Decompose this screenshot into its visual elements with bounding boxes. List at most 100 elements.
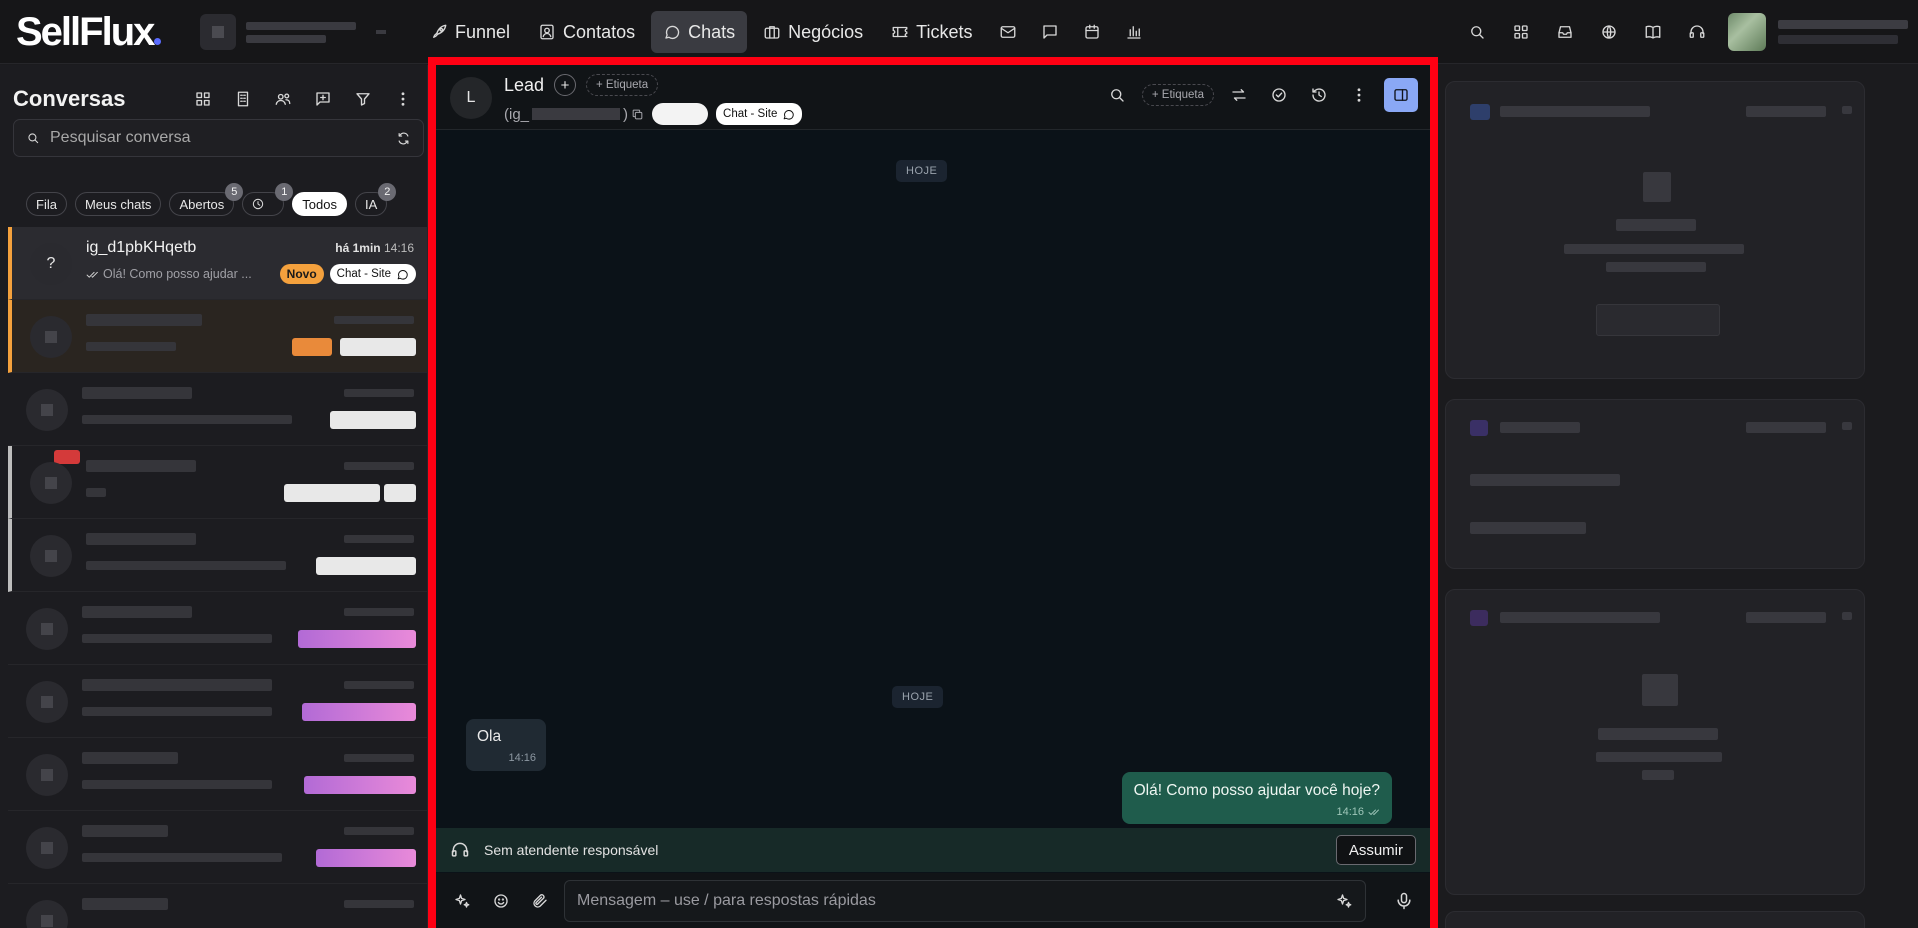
- history-button[interactable]: [1304, 80, 1334, 110]
- conversation-item-selected[interactable]: ? ig_d1pbKHqetb há 1min 14:16 Olá! Como …: [8, 227, 427, 300]
- message-input-box[interactable]: [564, 880, 1366, 922]
- nav-mail[interactable]: [989, 11, 1027, 53]
- building-button[interactable]: [228, 84, 258, 114]
- message-input[interactable]: [577, 892, 1335, 910]
- chat-header: L Lead + + Etiqueta (ig_) Chat - Site + …: [436, 65, 1430, 130]
- assumir-button[interactable]: Assumir: [1335, 835, 1416, 865]
- conversation-item-redacted[interactable]: [8, 665, 427, 738]
- user-avatar[interactable]: [1728, 13, 1766, 51]
- chat-etiqueta-button[interactable]: + Etiqueta: [1141, 84, 1214, 106]
- nav-tickets[interactable]: Tickets: [879, 11, 984, 53]
- briefcase-icon: [764, 26, 780, 39]
- message-text: Ola: [477, 728, 502, 745]
- voice-record-button[interactable]: [1388, 885, 1420, 917]
- search-icon: [1110, 89, 1124, 102]
- contact-name[interactable]: Lead: [504, 75, 544, 96]
- conversation-item-redacted[interactable]: [8, 373, 427, 446]
- transfer-arrows-icon: [1232, 89, 1246, 101]
- copy-icon[interactable]: [631, 108, 644, 121]
- nav-reports[interactable]: [1115, 11, 1153, 53]
- docs-button[interactable]: [1634, 13, 1672, 51]
- nav-contatos-label: Contatos: [563, 21, 636, 42]
- users-icon: [275, 93, 291, 105]
- chat-bubble-icon: [784, 109, 795, 120]
- chat-more-button[interactable]: [1344, 80, 1374, 110]
- filter-abertos[interactable]: Abertos 5: [169, 183, 244, 216]
- message-square-icon: [1042, 25, 1057, 39]
- team-button[interactable]: [268, 84, 298, 114]
- conversation-item-redacted[interactable]: [8, 446, 427, 519]
- book-icon: [1645, 25, 1661, 39]
- clock-icon: [253, 198, 264, 210]
- grid-view-button[interactable]: [188, 84, 218, 114]
- nav-calendar[interactable]: [1073, 11, 1111, 53]
- nav-contatos[interactable]: Contatos: [526, 11, 647, 53]
- conversation-item-redacted[interactable]: [8, 738, 427, 811]
- contact-avatar[interactable]: L: [450, 77, 492, 119]
- no-agent-text: Sem atendente responsável: [484, 842, 659, 858]
- conversation-avatar: [30, 462, 72, 504]
- channel-tag: Chat - Site: [716, 103, 803, 125]
- conversation-avatar: [26, 827, 68, 869]
- add-etiqueta-button[interactable]: + Etiqueta: [586, 74, 659, 96]
- nav-messages[interactable]: [1031, 11, 1069, 53]
- globe-button[interactable]: [1590, 13, 1628, 51]
- bar-chart-icon: [1126, 26, 1141, 39]
- conversation-item-redacted[interactable]: [8, 884, 427, 928]
- chat-window: L Lead + + Etiqueta (ig_) Chat - Site + …: [428, 57, 1438, 928]
- redacted-tag: [652, 103, 709, 125]
- ticket-icon: [892, 26, 908, 38]
- contact-handle: (ig_): [504, 106, 644, 123]
- chat-bubble-icon: [665, 25, 680, 40]
- details-card-redacted: [1445, 911, 1865, 928]
- filter-pending[interactable]: 1: [242, 183, 294, 216]
- resolve-button[interactable]: [1264, 80, 1294, 110]
- globe-icon: [1602, 25, 1616, 39]
- filter-todos[interactable]: Todos: [292, 192, 347, 216]
- double-check-icon: [1368, 809, 1379, 815]
- rocket-icon: [433, 24, 447, 38]
- conversation-filters: Fila Meus chats Abertos 5 1 Todos IA 2: [26, 183, 397, 216]
- conversation-avatar: [26, 900, 68, 928]
- conversations-sidebar: Conversas Fila Meus chats Abertos5 1 Tod…: [0, 65, 428, 928]
- conversation-item-redacted[interactable]: [8, 519, 427, 592]
- nav-chats[interactable]: Chats: [651, 11, 748, 53]
- conversation-search-input[interactable]: [50, 129, 386, 147]
- filter-meus-chats[interactable]: Meus chats: [74, 192, 162, 216]
- nav-tickets-label: Tickets: [916, 21, 973, 42]
- message-text: Olá! Como posso ajudar você hoje?: [1133, 782, 1380, 799]
- account-avatar-redacted: [200, 14, 236, 50]
- filter-fila[interactable]: Fila: [26, 192, 67, 216]
- nav-funnel[interactable]: Funnel: [418, 11, 522, 53]
- ai-assist-button[interactable]: [446, 885, 478, 917]
- account-switcher[interactable]: [200, 12, 390, 52]
- global-search-button[interactable]: [1458, 13, 1496, 51]
- more-options-button[interactable]: [388, 84, 418, 114]
- details-card-redacted: [1445, 589, 1865, 895]
- filter-button[interactable]: [348, 84, 378, 114]
- inbox-button[interactable]: [1546, 13, 1584, 51]
- sellflux-logo[interactable]: SellFlux: [16, 10, 162, 55]
- search-in-chat-button[interactable]: [1102, 80, 1132, 110]
- details-card-redacted: [1445, 81, 1865, 379]
- toggle-side-panel-button[interactable]: [1384, 78, 1418, 112]
- emoji-button[interactable]: [485, 885, 517, 917]
- transfer-button[interactable]: [1224, 80, 1254, 110]
- new-conversation-button[interactable]: [308, 84, 338, 114]
- attach-button[interactable]: [524, 885, 556, 917]
- conversation-item-redacted[interactable]: [8, 592, 427, 665]
- nav-negocios[interactable]: Negócios: [751, 11, 875, 53]
- sparkles-icon[interactable]: [1335, 892, 1353, 910]
- conversation-item-redacted[interactable]: [8, 300, 427, 373]
- conversation-search[interactable]: [13, 119, 424, 157]
- conversation-item-redacted[interactable]: [8, 811, 427, 884]
- add-contact-info-button[interactable]: +: [554, 74, 576, 96]
- refresh-icon[interactable]: [396, 131, 411, 146]
- microphone-icon: [1397, 892, 1411, 910]
- apps-button[interactable]: [1502, 13, 1540, 51]
- filter-ia[interactable]: IA 2: [354, 183, 397, 216]
- assignment-bar: Sem atendente responsável Assumir: [436, 828, 1430, 872]
- emoji-icon: [494, 893, 508, 908]
- conversation-time: há 1min 14:16: [335, 241, 414, 255]
- support-button[interactable]: [1678, 13, 1716, 51]
